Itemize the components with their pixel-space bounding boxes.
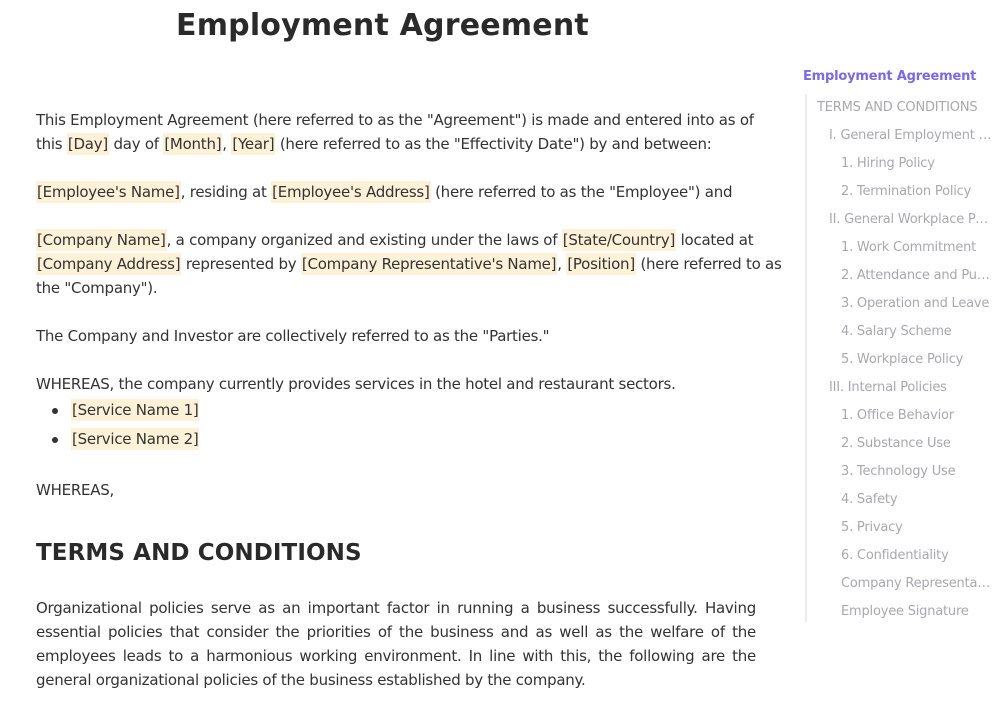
intro-text: (here referred to as the "Effectivity Da… bbox=[275, 135, 712, 153]
company-text: represented by bbox=[181, 255, 301, 273]
list-item: [Service Name 2] bbox=[36, 425, 200, 454]
placeholder-employee-address[interactable]: [Employee's Address] bbox=[271, 181, 431, 203]
toc-item[interactable]: 6. Confidentiality bbox=[803, 542, 993, 570]
company-text: (here referred to as bbox=[635, 255, 782, 273]
whereas-paragraph-1: WHEREAS, the company currently provides … bbox=[36, 375, 676, 393]
placeholder-company-address[interactable]: [Company Address] bbox=[36, 253, 182, 275]
employee-text: (here referred to as the "Employee") and bbox=[430, 183, 733, 201]
company-paragraph: [Company Name], a company organized and … bbox=[36, 228, 782, 300]
placeholder-year[interactable]: [Year] bbox=[231, 133, 276, 155]
services-list: [Service Name 1] [Service Name 2] bbox=[36, 396, 200, 454]
toc-title[interactable]: Employment Agreement bbox=[803, 66, 993, 88]
bullet-icon bbox=[52, 408, 58, 414]
toc-list: TERMS AND CONDITIONS I. General Employmen… bbox=[803, 94, 993, 626]
bullet-icon bbox=[52, 437, 58, 443]
placeholder-day[interactable]: [Day] bbox=[66, 133, 109, 155]
placeholder-service-name[interactable]: [Service Name 1] bbox=[71, 399, 200, 421]
toc-item[interactable]: 4. Safety bbox=[803, 486, 993, 514]
toc-item[interactable]: III. Internal Policies bbox=[803, 374, 993, 402]
toc-guide-line bbox=[805, 94, 807, 622]
toc-item[interactable]: TERMS AND CONDITIONS bbox=[803, 94, 993, 122]
placeholder-month[interactable]: [Month] bbox=[163, 133, 223, 155]
section-heading: TERMS AND CONDITIONS bbox=[36, 540, 362, 566]
employee-text: , residing at bbox=[180, 183, 272, 201]
toc-item[interactable]: 3. Operation and Leave bbox=[803, 290, 993, 318]
company-text: , bbox=[557, 255, 567, 273]
employee-paragraph: [Employee's Name], residing at [Employee… bbox=[36, 180, 756, 204]
toc-item[interactable]: 2. Termination Policy bbox=[803, 178, 993, 206]
toc-item[interactable]: 5. Workplace Policy bbox=[803, 346, 993, 374]
intro-text: This Employment Agreement (here referred… bbox=[36, 111, 754, 129]
toc-item[interactable]: Company Representative Signature bbox=[803, 570, 993, 598]
list-item: [Service Name 1] bbox=[36, 396, 200, 425]
placeholder-company-name[interactable]: [Company Name] bbox=[36, 229, 167, 251]
toc-item[interactable]: 1. Work Commitment bbox=[803, 234, 993, 262]
toc-item[interactable]: 2. Substance Use bbox=[803, 430, 993, 458]
toc-item[interactable]: Employee Signature bbox=[803, 598, 993, 626]
intro-text: this bbox=[36, 135, 67, 153]
intro-paragraph: This Employment Agreement (here referred… bbox=[36, 108, 756, 156]
whereas-paragraph-2: WHEREAS, bbox=[36, 481, 115, 499]
table-of-contents: Employment Agreement TERMS AND CONDITION… bbox=[803, 66, 993, 626]
toc-item[interactable]: I. General Employment Policies bbox=[803, 122, 993, 150]
placeholder-position[interactable]: [Position] bbox=[566, 253, 636, 275]
company-text: located at bbox=[676, 231, 754, 249]
toc-item[interactable]: 2. Attendance and Punctuality bbox=[803, 262, 993, 290]
company-text: the "Company"). bbox=[36, 279, 158, 297]
toc-item[interactable]: 1. Hiring Policy bbox=[803, 150, 993, 178]
company-text: , a company organized and existing under… bbox=[166, 231, 562, 249]
placeholder-employee-name[interactable]: [Employee's Name] bbox=[36, 181, 181, 203]
toc-item[interactable]: 5. Privacy bbox=[803, 514, 993, 542]
toc-item[interactable]: 3. Technology Use bbox=[803, 458, 993, 486]
document-title: Employment Agreement bbox=[176, 8, 589, 43]
intro-text: , bbox=[222, 135, 232, 153]
intro-text: day of bbox=[108, 135, 164, 153]
toc-item[interactable]: 4. Salary Scheme bbox=[803, 318, 993, 346]
placeholder-service-name[interactable]: [Service Name 2] bbox=[71, 428, 200, 450]
toc-item[interactable]: 1. Office Behavior bbox=[803, 402, 993, 430]
parties-paragraph: The Company and Investor are collectivel… bbox=[36, 327, 550, 345]
section-body: Organizational policies serve as an impo… bbox=[36, 599, 756, 689]
toc-item[interactable]: II. General Workplace Policies bbox=[803, 206, 993, 234]
placeholder-state-country[interactable]: [State/Country] bbox=[561, 229, 677, 251]
placeholder-company-representative[interactable]: [Company Representative's Name] bbox=[300, 253, 558, 275]
